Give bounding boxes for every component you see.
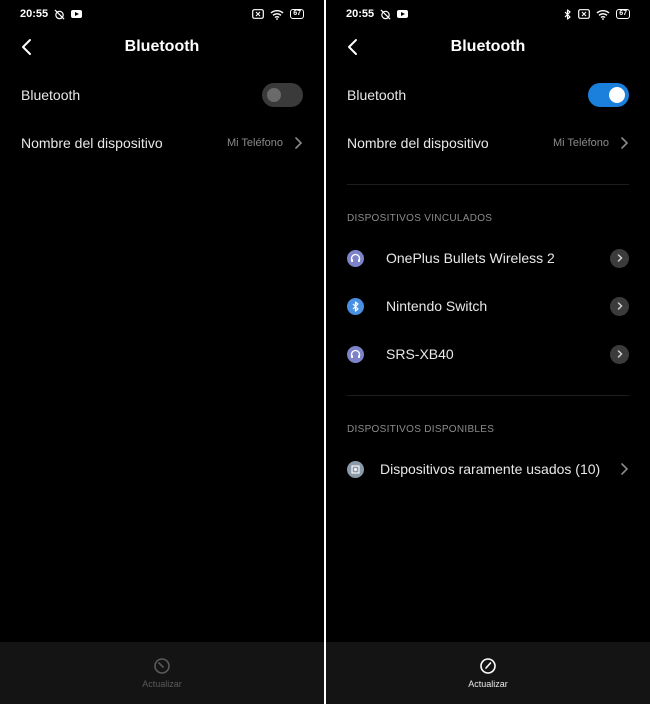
chevron-right-icon <box>619 136 629 150</box>
wifi-icon <box>596 9 610 20</box>
device-name-value: Mi Teléfono <box>226 137 283 149</box>
device-name-value: Mi Teléfono <box>552 137 609 149</box>
headphones-icon <box>347 345 364 363</box>
youtube-notification-icon <box>71 10 83 18</box>
bluetooth-icon <box>347 297 364 315</box>
paired-device-row[interactable]: SRS-XB40 <box>326 336 650 372</box>
alarm-off-icon <box>54 8 65 20</box>
paired-device-name: Nintendo Switch <box>386 298 488 314</box>
wifi-icon <box>270 9 284 20</box>
divider <box>347 395 629 396</box>
available-devices-heading: DISPOSITIVOS DISPONIBLES <box>347 424 495 435</box>
device-name-row[interactable]: Nombre del dispositivo Mi Teléfono <box>0 125 324 161</box>
refresh-button[interactable]: Actualizar <box>0 642 324 704</box>
device-name-label: Nombre del dispositivo <box>21 135 163 151</box>
rarely-used-devices-row[interactable]: Dispositivos raramente usados (10) <box>326 451 650 487</box>
paired-device-row[interactable]: OnePlus Bullets Wireless 2 <box>326 240 650 276</box>
alarm-off-icon <box>380 8 391 20</box>
battery-indicator: 67 <box>290 9 304 19</box>
bluetooth-toggle-row[interactable]: Bluetooth <box>0 77 324 113</box>
refresh-icon <box>479 657 497 675</box>
divider <box>347 184 629 185</box>
status-time: 20:55 <box>346 8 375 20</box>
youtube-notification-icon <box>397 10 409 18</box>
status-time: 20:55 <box>20 8 49 20</box>
device-icon <box>347 460 364 478</box>
battery-indicator: 67 <box>616 9 630 19</box>
refresh-button[interactable]: Actualizar <box>326 642 650 704</box>
bluetooth-toggle[interactable] <box>588 83 629 107</box>
toggle-knob <box>609 87 625 103</box>
comparison-view: 20:55 67 Bluetooth Bluetooth Nombre del … <box>0 0 650 704</box>
status-bar: 20:55 67 <box>0 6 324 22</box>
paired-device-name: OnePlus Bullets Wireless 2 <box>386 250 555 266</box>
page-title: Bluetooth <box>124 38 200 55</box>
toggle-knob <box>267 88 281 102</box>
no-sim-icon <box>578 9 591 19</box>
chevron-right-icon <box>293 136 303 150</box>
paired-device-row[interactable]: Nintendo Switch <box>326 288 650 324</box>
refresh-label: Actualizar <box>468 679 508 689</box>
chevron-right-icon <box>619 462 629 476</box>
screen-bluetooth-off: 20:55 67 Bluetooth Bluetooth Nombre del … <box>0 0 324 704</box>
no-sim-icon <box>252 9 265 19</box>
refresh-icon <box>153 657 171 675</box>
bluetooth-label: Bluetooth <box>347 87 407 103</box>
device-details-button[interactable] <box>610 344 629 364</box>
top-bar: Bluetooth <box>326 30 650 64</box>
paired-device-name: SRS-XB40 <box>386 346 454 362</box>
refresh-label: Actualizar <box>142 679 182 689</box>
bluetooth-toggle[interactable] <box>262 83 303 107</box>
page-title: Bluetooth <box>450 38 526 55</box>
device-details-button[interactable] <box>610 248 629 268</box>
status-bar: 20:55 67 <box>326 6 650 22</box>
rarely-used-devices-label: Dispositivos raramente usados (10) <box>380 461 601 477</box>
device-name-label: Nombre del dispositivo <box>347 135 489 151</box>
headphones-icon <box>347 249 364 267</box>
top-bar: Bluetooth <box>0 30 324 64</box>
bluetooth-label: Bluetooth <box>21 87 81 103</box>
screen-bluetooth-on: 20:55 67 Bluetooth Bluetooth Nombre del … <box>326 0 650 704</box>
bluetooth-status-icon <box>564 8 572 20</box>
device-name-row[interactable]: Nombre del dispositivo Mi Teléfono <box>326 125 650 161</box>
bluetooth-toggle-row[interactable]: Bluetooth <box>326 77 650 113</box>
device-details-button[interactable] <box>610 296 629 316</box>
paired-devices-heading: DISPOSITIVOS VINCULADOS <box>347 213 493 224</box>
